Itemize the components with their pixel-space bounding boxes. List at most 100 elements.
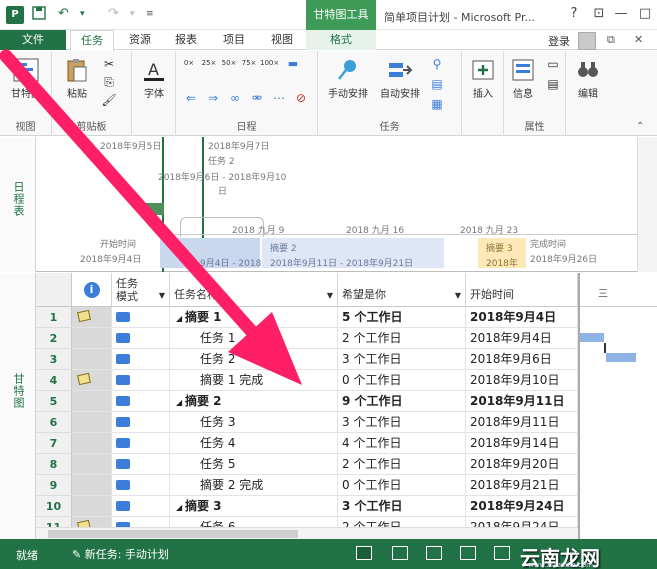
paste-button[interactable]: 粘贴: [60, 57, 94, 100]
start-date-cell[interactable]: 2018年9月10日: [466, 370, 578, 391]
font-button[interactable]: A 字体: [136, 57, 172, 100]
indicator-cell[interactable]: [72, 349, 112, 370]
task-name-cell[interactable]: 任务 1: [170, 328, 338, 349]
task-mode-cell[interactable]: [112, 412, 170, 433]
row-header-2[interactable]: 2: [36, 328, 72, 349]
percent-75-button[interactable]: 75×: [240, 59, 258, 73]
start-date-cell[interactable]: 2018年9月24日: [466, 496, 578, 517]
manual-schedule-button[interactable]: 手动安排: [322, 57, 374, 100]
start-date-cell[interactable]: 2018年9月4日: [466, 328, 578, 349]
window-restore-small-icon[interactable]: ⧉: [607, 33, 615, 47]
name-filter-dropdown-icon[interactable]: ▼: [327, 291, 333, 300]
row-header-6[interactable]: 6: [36, 412, 72, 433]
start-date-cell[interactable]: 2018年9月11日: [466, 412, 578, 433]
gantt-chart-pane[interactable]: 三: [578, 273, 657, 539]
percent-25-button[interactable]: 25×: [200, 59, 218, 73]
task-mode-cell[interactable]: [112, 475, 170, 496]
customize-qat-icon[interactable]: ≡: [146, 9, 154, 19]
view-report-icon[interactable]: [494, 546, 510, 560]
row-header-9[interactable]: 9: [36, 475, 72, 496]
indicator-cell[interactable]: [72, 307, 112, 328]
indicator-cell[interactable]: [72, 454, 112, 475]
task-mode-cell[interactable]: [112, 328, 170, 349]
undo-icon[interactable]: ↶: [58, 6, 69, 21]
view-resource-sheet-icon[interactable]: [460, 546, 476, 560]
duration-cell[interactable]: 0 个工作日: [338, 370, 466, 391]
timeline-summary3-bar[interactable]: 摘要 3 2018年: [478, 238, 526, 269]
start-date-cell[interactable]: 2018年9月21日: [466, 475, 578, 496]
outdent-icon[interactable]: ⇐: [182, 91, 200, 105]
view-team-planner-icon[interactable]: [426, 546, 442, 560]
duration-cell[interactable]: 2 个工作日: [338, 328, 466, 349]
gantt-chart-button[interactable]: 甘特图: [6, 57, 46, 100]
task-mode-cell[interactable]: [112, 307, 170, 328]
tab-file[interactable]: 文件: [0, 30, 66, 50]
row-header-3[interactable]: 3: [36, 349, 72, 370]
task-name-cell[interactable]: 摘要 1 完成: [170, 370, 338, 391]
gantt-bar-task1[interactable]: [580, 333, 604, 342]
collapse-ribbon-icon[interactable]: ⌃: [636, 121, 644, 132]
info-button[interactable]: 信息: [506, 57, 540, 100]
task-name-cell[interactable]: 任务 3: [170, 412, 338, 433]
start-date-cell[interactable]: 2018年9月14日: [466, 433, 578, 454]
indent-icon[interactable]: ⇒: [204, 91, 222, 105]
save-icon[interactable]: [32, 6, 46, 24]
row-header-8[interactable]: 8: [36, 454, 72, 475]
details-icon[interactable]: ▤: [544, 77, 562, 91]
indicator-cell[interactable]: [72, 475, 112, 496]
start-date-cell[interactable]: 2018年9月20日: [466, 454, 578, 475]
row-header-10[interactable]: 10: [36, 496, 72, 517]
row-header-5[interactable]: 5: [36, 391, 72, 412]
new-task-mode-indicator[interactable]: ✎ 新任务: 手动计划: [72, 546, 169, 562]
view-task-usage-icon[interactable]: [392, 546, 408, 560]
mode-filter-dropdown-icon[interactable]: ▼: [159, 291, 165, 300]
task-name-cell[interactable]: 任务 4: [170, 433, 338, 454]
collapse-triangle-icon[interactable]: ◢: [176, 314, 185, 323]
window-close-small-icon[interactable]: ✕: [634, 33, 643, 46]
task-name-cell[interactable]: 任务 2: [170, 349, 338, 370]
inspect-icon[interactable]: ⚲: [428, 57, 446, 71]
duration-cell[interactable]: 2 个工作日: [338, 454, 466, 475]
format-painter-icon[interactable]: 🖌: [100, 93, 118, 107]
link-icon[interactable]: ∞: [226, 91, 244, 105]
task-name-cell[interactable]: ◢ 摘要 2: [170, 391, 338, 412]
column-header-start[interactable]: 开始时间: [466, 273, 578, 307]
start-date-cell[interactable]: 2018年9月11日: [466, 391, 578, 412]
duration-cell[interactable]: 9 个工作日: [338, 391, 466, 412]
timeline-scrollbar[interactable]: [637, 137, 657, 272]
collapse-triangle-icon[interactable]: ◢: [176, 398, 185, 407]
duration-cell[interactable]: 0 个工作日: [338, 475, 466, 496]
unlink-icon[interactable]: ⚮: [248, 91, 266, 105]
auto-schedule-button[interactable]: 自动安排: [374, 57, 426, 100]
task-mode-cell[interactable]: [112, 433, 170, 454]
task-name-cell[interactable]: ◢ 摘要 3: [170, 496, 338, 517]
mark-on-track-icon[interactable]: ▬: [284, 57, 302, 71]
mode-icon[interactable]: ▤: [428, 77, 446, 91]
indicator-cell[interactable]: [72, 433, 112, 454]
cut-icon[interactable]: ✂: [100, 57, 118, 71]
duration-cell[interactable]: 3 个工作日: [338, 349, 466, 370]
note-indicator-icon[interactable]: [77, 372, 91, 386]
task-mode-cell[interactable]: [112, 349, 170, 370]
insert-button[interactable]: 插入: [466, 57, 500, 100]
restore-button[interactable]: □: [634, 6, 656, 21]
grid-scroll-thumb[interactable]: [48, 530, 298, 538]
timeline-task-block[interactable]: [146, 203, 164, 215]
task-mode-cell[interactable]: [112, 391, 170, 412]
indicator-cell[interactable]: [72, 328, 112, 349]
task-mode-cell[interactable]: [112, 496, 170, 517]
copy-icon[interactable]: ⎘: [100, 75, 118, 89]
task-name-cell[interactable]: ◢ 摘要 1: [170, 307, 338, 328]
notes-icon[interactable]: ▭: [544, 57, 562, 71]
split-task-icon[interactable]: ⋯: [270, 91, 288, 105]
start-date-cell[interactable]: 2018年9月4日: [466, 307, 578, 328]
duration-cell[interactable]: 3 个工作日: [338, 496, 466, 517]
grid-horizontal-scrollbar[interactable]: [36, 527, 578, 539]
avatar[interactable]: [578, 32, 596, 50]
timeline-summary1-bar[interactable]: 9月4日 - 2018: [160, 238, 261, 269]
task-name-cell[interactable]: 摘要 2 完成: [170, 475, 338, 496]
row-header-1[interactable]: 1: [36, 307, 72, 328]
task-name-cell[interactable]: 任务 5: [170, 454, 338, 475]
indicator-cell[interactable]: [72, 412, 112, 433]
column-header-info[interactable]: i: [72, 273, 112, 307]
